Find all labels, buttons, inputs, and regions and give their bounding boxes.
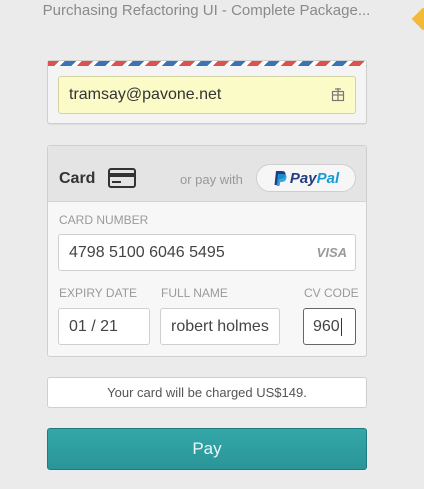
card-number-field[interactable]: 4798 5100 6046 5495 VISA bbox=[58, 234, 356, 271]
cvc-value: 960 bbox=[313, 317, 340, 335]
charge-text: Your card will be charged US$149. bbox=[107, 385, 307, 400]
payment-method-header: Card or pay with Pay Pal bbox=[48, 146, 366, 202]
card-number-label: CARD NUMBER bbox=[59, 213, 149, 227]
paypal-logo-icon bbox=[274, 171, 287, 186]
or-pay-with-label: or pay with bbox=[180, 172, 243, 187]
expiry-value: 01 / 21 bbox=[69, 317, 118, 335]
email-field[interactable]: tramsay@pavone.net bbox=[58, 76, 356, 114]
card-number-value: 4798 5100 6046 5495 bbox=[69, 243, 225, 261]
pay-button[interactable]: Pay bbox=[47, 428, 367, 470]
cvc-label: CV CODE bbox=[304, 286, 359, 300]
cvc-field[interactable]: 960 bbox=[303, 308, 356, 345]
decorative-diamond bbox=[411, 7, 424, 31]
paypal-button[interactable]: Pay Pal bbox=[256, 164, 356, 192]
email-section: tramsay@pavone.net bbox=[47, 60, 367, 124]
email-value: tramsay@pavone.net bbox=[69, 86, 222, 103]
full-name-value: robert holmes bbox=[171, 317, 269, 335]
pay-button-label: Pay bbox=[192, 439, 222, 458]
paypal-label-pal: Pal bbox=[316, 169, 340, 187]
full-name-field[interactable]: robert holmes bbox=[160, 308, 280, 345]
card-brand-visa: VISA bbox=[316, 245, 347, 260]
autofill-contact-icon[interactable] bbox=[329, 86, 347, 104]
charge-notice: Your card will be charged US$149. bbox=[47, 377, 367, 408]
card-tab-label[interactable]: Card bbox=[59, 170, 95, 188]
airmail-stripe bbox=[48, 61, 366, 66]
card-payment-panel: Card or pay with Pay Pal CARD NUMBER 4798… bbox=[47, 145, 367, 357]
credit-card-icon bbox=[108, 168, 136, 188]
purchase-title: Purchasing Refactoring UI - Complete Pac… bbox=[42, 2, 371, 19]
text-cursor bbox=[340, 317, 342, 336]
full-name-label: FULL NAME bbox=[161, 286, 228, 300]
paypal-label-pay: Pay bbox=[289, 169, 317, 187]
expiry-label: EXPIRY DATE bbox=[59, 286, 138, 300]
expiry-field[interactable]: 01 / 21 bbox=[58, 308, 150, 345]
